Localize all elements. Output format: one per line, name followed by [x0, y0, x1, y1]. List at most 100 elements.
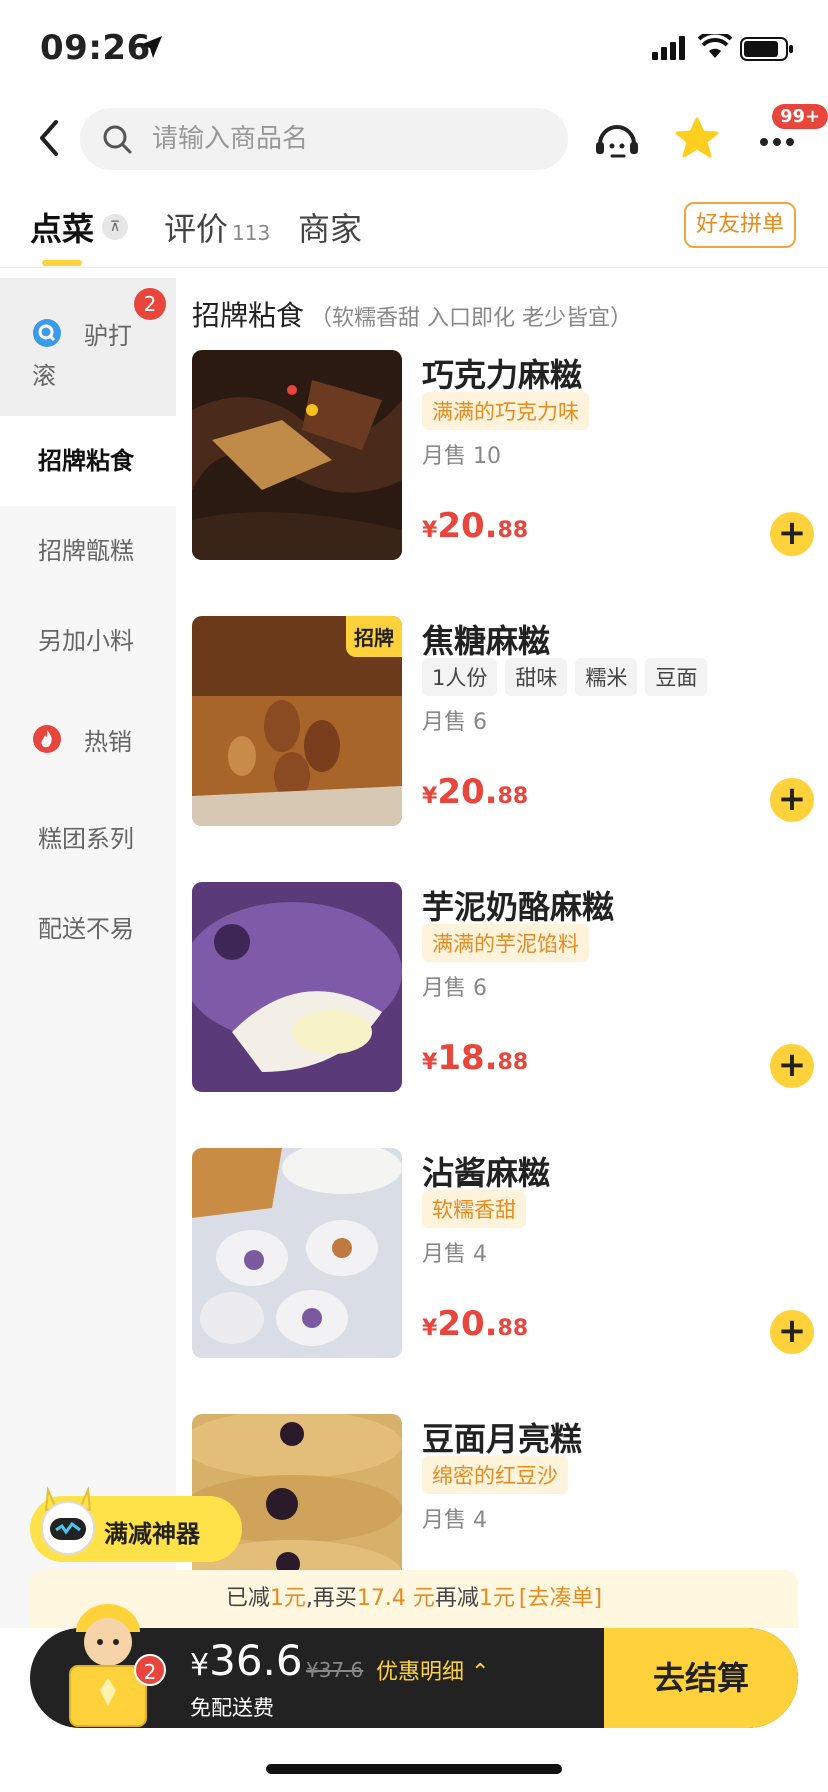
monthly-sales: 月售 6	[422, 976, 487, 1001]
tab-bar: 点菜 ⊼ 评价 113 商家 好友拼单	[0, 200, 828, 268]
cart-total-value: 36.6	[209, 1636, 303, 1685]
delivery-fee-note: 免配送费	[190, 1696, 274, 1720]
search-bar[interactable]	[80, 108, 568, 170]
sidebar-item-signature-zenggao[interactable]: 招牌甑糕	[0, 506, 176, 596]
collapse-icon[interactable]: ⊼	[102, 214, 128, 240]
cart-total: ¥36.6	[190, 1636, 303, 1685]
product-image[interactable]	[192, 882, 402, 1092]
discount-details-label: 优惠明细	[376, 1660, 465, 1685]
friend-group-order-button[interactable]: 好友拼单	[684, 202, 796, 248]
cart-count-badge: 2	[134, 1654, 166, 1686]
discount-value: 1元	[269, 1586, 306, 1611]
price-currency: ¥	[422, 518, 438, 543]
active-tab-indicator	[42, 260, 82, 266]
product-name: 沾酱麻糍	[422, 1154, 551, 1192]
sidebar-item-label: 热销	[84, 728, 132, 756]
discount-text: 已减	[225, 1586, 270, 1611]
product-tag: 甜味	[505, 658, 568, 696]
add-more-link[interactable]: [去凑单]	[519, 1586, 602, 1611]
price-decimal: 88	[497, 1050, 529, 1075]
price-integer: 18.	[437, 1038, 498, 1078]
discount-tool-button[interactable]: 满减神器	[30, 1486, 242, 1562]
category-sidebar: 驴打滚 2 招牌粘食 招牌甑糕 另加小料 热销 糕团系列 配送不易	[0, 278, 176, 1628]
tab-order[interactable]: 点菜	[30, 204, 94, 250]
chevron-up-icon: ⌃	[471, 1660, 490, 1685]
search-input[interactable]	[152, 108, 552, 170]
notification-badge: 99+	[772, 104, 828, 129]
sidebar-item-label: 驴打滚	[32, 322, 132, 390]
product-tag: 满满的巧克力味	[422, 392, 589, 430]
promo-label: 满减神器	[104, 1520, 200, 1548]
monthly-sales: 月售 4	[422, 1508, 487, 1533]
monthly-sales: 月售 4	[422, 1242, 487, 1267]
search-icon	[103, 125, 132, 154]
discount-text: ,再买	[305, 1586, 357, 1611]
add-to-cart-button[interactable]: +	[770, 1044, 814, 1088]
product-card[interactable]: 招牌 焦糖麻糍 1人份 甜味 糯米 豆面 月售 6 ¥20.88 +	[192, 616, 814, 826]
cellular-signal-icon	[652, 36, 685, 60]
product-tag: 绵密的红豆沙	[422, 1456, 568, 1494]
product-name: 芋泥奶酪麻糍	[422, 888, 615, 926]
wifi-icon	[698, 34, 732, 58]
product-card[interactable]: 芋泥奶酪麻糍 满满的芋泥馅料 月售 6 ¥18.88 +	[192, 882, 814, 1092]
product-image[interactable]	[192, 1148, 402, 1358]
product-tag: 糯米	[575, 658, 638, 696]
add-to-cart-button[interactable]: +	[770, 778, 814, 822]
price-integer: 20.	[437, 772, 498, 812]
product-card[interactable]: 巧克力麻糍 满满的巧克力味 月售 10 ¥20.88 +	[192, 350, 814, 560]
category-subtitle: （软糯香甜 入口即化 老少皆宜）	[310, 306, 633, 331]
robot-mascot-icon	[41, 1486, 95, 1555]
price-integer: 20.	[437, 1304, 498, 1344]
discount-value: 17.4 元	[356, 1586, 435, 1611]
price-currency: ¥	[422, 1316, 438, 1341]
review-count: 113	[232, 221, 271, 245]
tab-reviews[interactable]: 评价 113	[164, 204, 270, 250]
customer-service-icon[interactable]	[592, 114, 642, 164]
home-indicator	[266, 1764, 562, 1774]
favorite-star-icon[interactable]	[672, 114, 722, 164]
header-bar	[0, 108, 828, 170]
price-decimal: 88	[497, 518, 529, 543]
price-currency: ¥	[422, 784, 438, 809]
product-price: ¥20.88	[422, 506, 528, 546]
price-currency: ¥	[422, 1050, 438, 1075]
category-heading: 招牌粘食 （软糯香甜 入口即化 老少皆宜）	[192, 294, 632, 334]
product-image[interactable]	[192, 350, 402, 560]
price-integer: 20.	[437, 506, 498, 546]
price-decimal: 88	[497, 784, 529, 809]
product-tag: 豆面	[645, 658, 708, 696]
back-icon[interactable]	[32, 118, 66, 158]
signature-badge: 招牌	[346, 616, 402, 657]
product-list: 招牌粘食 （软糯香甜 入口即化 老少皆宜） 巧克力麻糍 满满的巧克力味 月售 10…	[176, 278, 828, 1628]
product-tag: 软糯香甜	[422, 1190, 526, 1228]
sidebar-item-signature-sticky[interactable]: 招牌粘食	[0, 416, 176, 506]
sidebar-item-delivery-note[interactable]: 配送不易	[0, 884, 176, 974]
tab-reviews-label: 评价	[164, 210, 229, 248]
product-price: ¥20.88	[422, 1304, 528, 1344]
status-bar: 09:26	[0, 0, 828, 100]
product-name: 豆面月亮糕	[422, 1420, 583, 1458]
discount-text: 再减	[434, 1586, 479, 1611]
add-to-cart-button[interactable]: +	[770, 1310, 814, 1354]
product-tags: 1人份 甜味 糯米 豆面	[422, 658, 708, 696]
location-arrow-icon	[140, 36, 162, 58]
checkout-button[interactable]: 去结算	[604, 1628, 798, 1728]
product-tag: 满满的芋泥馅料	[422, 924, 589, 962]
sidebar-item-lvdagun[interactable]: 驴打滚 2	[0, 278, 176, 416]
status-time: 09:26	[40, 28, 151, 68]
sidebar-count-badge: 2	[134, 288, 166, 320]
original-price: ¥37.6	[306, 1658, 364, 1682]
discount-details-link[interactable]: 优惠明细 ⌃	[376, 1654, 489, 1686]
sidebar-item-hot[interactable]: 热销	[0, 686, 176, 794]
sidebar-item-cake-series[interactable]: 糕团系列	[0, 794, 176, 884]
tab-merchant[interactable]: 商家	[298, 204, 362, 250]
product-name: 巧克力麻糍	[422, 356, 583, 394]
product-card[interactable]: 沾酱麻糍 软糯香甜 月售 4 ¥20.88 +	[192, 1148, 814, 1358]
add-to-cart-button[interactable]: +	[770, 512, 814, 556]
product-price: ¥20.88	[422, 772, 528, 812]
product-image[interactable]: 招牌	[192, 616, 402, 826]
category-title: 招牌粘食	[192, 299, 305, 332]
product-price: ¥18.88	[422, 1038, 528, 1078]
sidebar-item-extras[interactable]: 另加小料	[0, 596, 176, 686]
discount-value: 1元	[478, 1586, 515, 1611]
